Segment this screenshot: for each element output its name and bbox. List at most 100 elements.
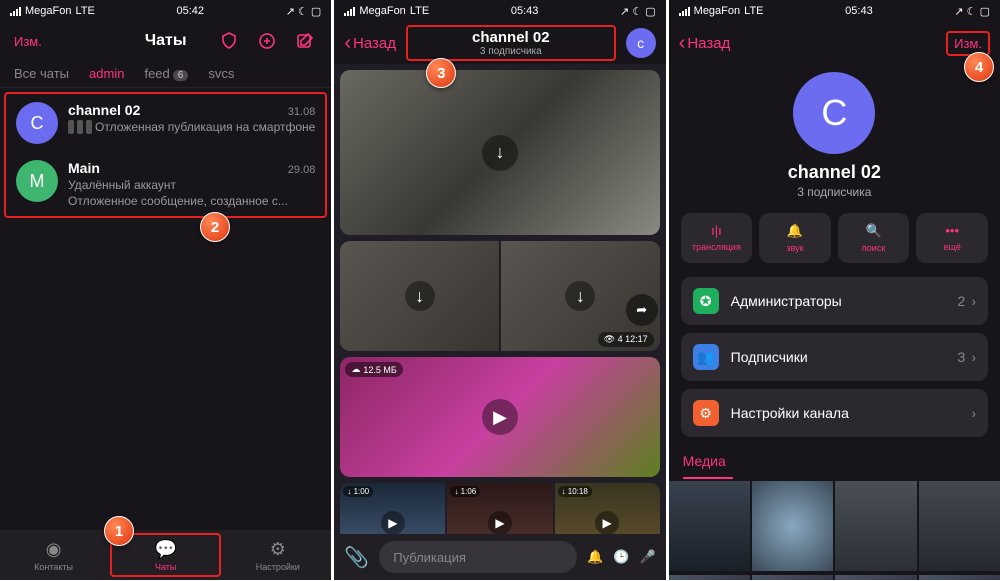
attach-icon[interactable]: 📎 [344,545,369,570]
media-thumb[interactable] [669,481,750,571]
profile-avatar[interactable]: C [793,72,875,154]
tab-settings[interactable]: ⚙Настройки [224,530,331,580]
back-button[interactable]: ‹Назад [679,32,731,55]
clock: 05:42 [177,5,205,17]
download-icon[interactable]: ↓ [405,281,435,311]
compose-icon[interactable] [293,29,317,53]
sliders-icon: ⚙ [693,400,719,426]
media-grid [669,479,1000,573]
chat-date: 31.08 [288,106,316,118]
new-folder-icon[interactable] [255,29,279,53]
action-more[interactable]: •••ещё [916,213,988,263]
video-album[interactable]: ↓ 1:00▶ ↓ 1:06▶ ↓ 10:18▶ [340,483,659,534]
media-thumb[interactable] [835,481,916,571]
video-size: ☁ 12.5 МБ [345,362,402,377]
phone-channel: MegaFonLTE 05:43 ↗ ☾ ▢ ‹Назад channel 02… [334,0,665,580]
chat-list-outline: C channel 0231.08 Отложенная публикация … [4,92,327,218]
profile-subscribers: 3 подписчика [797,185,871,199]
settings-list: ✪Администраторы2› 👥Подписчики3› ⚙Настрой… [669,277,1000,437]
callout-1: 1 [104,516,134,546]
tab-admin[interactable]: admin [89,66,124,81]
folder-tabs: Все чаты admin feed6 svcs [0,60,331,88]
mic-icon[interactable]: 🎤 [639,549,655,565]
video-message[interactable]: ☁ 12.5 МБ ▶ [340,357,659,477]
bottom-tabs: ◉Контакты 💬Чаты ⚙Настройки [0,530,331,580]
media-thumb[interactable] [919,481,1000,571]
status-bar: MegaFonLTE 05:43 ↗ ☾ ▢ [334,0,665,22]
profile-name: channel 02 [788,162,881,183]
item-channel-settings[interactable]: ⚙Настройки канала› [681,389,988,437]
chat-icon: 💬 [154,539,176,560]
status-bar: MegaFonLTE 05:43 ↗ ☾ ▢ [669,0,1000,22]
messages-area[interactable]: ↓ ↓ ↓ 👁 4 12:17 ➦ ☁ 12.5 МБ ▶ ↓ 1:00▶ ↓ 1… [334,64,665,534]
schedule-icon[interactable]: 🕒 [613,549,629,565]
action-sound[interactable]: 🔔звук [759,213,831,263]
media-thumb[interactable] [752,481,833,571]
action-search[interactable]: 🔍поиск [838,213,910,263]
channel-title-box[interactable]: channel 02 3 подписчика [406,25,616,61]
action-row: ı|ıтрансляция 🔔звук 🔍поиск •••ещё [669,199,1000,277]
clock: 05:43 [511,5,539,17]
back-button[interactable]: ‹Назад [344,32,396,55]
callout-2: 2 [200,212,230,242]
message-input[interactable]: Публикация [379,541,577,573]
contact-icon: ◉ [46,539,62,560]
edit-button[interactable]: Изм. [14,34,42,49]
tab-svcs[interactable]: svcs [208,66,234,81]
chat-item-main[interactable]: M Main 29.08 Удалённый аккаунт Отложенное… [6,152,325,216]
people-icon: 👥 [693,344,719,370]
chat-preview-2: Отложенное сообщение, созданное с... [68,194,315,208]
share-icon[interactable]: ➦ [626,294,658,326]
chat-date: 29.08 [288,164,316,176]
media-grid-2 [669,573,1000,580]
download-icon[interactable]: ↓ [482,135,518,171]
profile-header: C channel 02 3 подписчика [669,64,1000,199]
search-icon: 🔍 [866,223,882,239]
action-livestream[interactable]: ı|ıтрансляция [681,213,753,263]
more-icon: ••• [945,223,959,238]
chat-preview: Удалённый аккаунт [68,178,315,192]
media-tab[interactable]: Медиа [669,445,1000,477]
status-bar: MegaFonLTE 05:42 ↗ ☾ ▢ [0,0,331,22]
chat-name: Main [68,160,100,176]
play-icon[interactable]: ▶ [482,399,518,435]
chat-name: channel 02 [68,102,140,118]
page-title: Чаты [145,32,187,50]
shield-icon: ✪ [693,288,719,314]
image-message[interactable]: ↓ [340,70,659,235]
broadcast-icon: ı|ı [711,223,722,238]
item-subscribers[interactable]: 👥Подписчики3› [681,333,988,381]
item-admins[interactable]: ✪Администраторы2› [681,277,988,325]
status-icons: ↗ ☾ ▢ [286,5,322,18]
clock: 05:43 [845,5,873,17]
avatar: M [16,160,58,202]
media-thumb[interactable] [835,575,916,580]
channel-subtitle: 3 подписчика [426,46,596,57]
header: ‹Назад Изм. [669,22,1000,64]
bell-icon: 🔔 [787,223,803,239]
gear-icon: ⚙ [270,539,286,560]
phone-profile: MegaFonLTE 05:43 ↗ ☾ ▢ ‹Назад Изм. 4 C c… [669,0,1000,580]
tab-all[interactable]: Все чаты [14,66,69,81]
phone-chats: MegaFonLTE 05:42 ↗ ☾ ▢ Изм. Чаты Все чат… [0,0,331,580]
tab-feed[interactable]: feed6 [144,66,188,81]
channel-title: channel 02 [426,29,596,46]
avatar: C [16,102,58,144]
tab-contacts[interactable]: ◉Контакты [0,530,107,580]
proxy-icon[interactable] [217,29,241,53]
input-bar: 📎 Публикация 🔔 🕒 🎤 [334,534,665,580]
header: Изм. Чаты [0,22,331,60]
callout-4: 4 [964,52,994,82]
download-icon[interactable]: ↓ [565,281,595,311]
notify-icon[interactable]: 🔔 [587,549,603,565]
media-thumb[interactable] [669,575,750,580]
media-thumb[interactable] [919,575,1000,580]
chevron-icon: › [971,293,976,309]
header: ‹Назад channel 02 3 подписчика c [334,22,665,64]
signal-icon [10,7,21,16]
channel-avatar[interactable]: c [626,28,656,58]
view-count: 👁 4 12:17 [598,332,654,347]
chat-item-channel02[interactable]: C channel 0231.08 Отложенная публикация … [6,94,325,152]
album-message[interactable]: ↓ ↓ 👁 4 12:17 [340,241,659,351]
media-thumb[interactable] [752,575,833,580]
